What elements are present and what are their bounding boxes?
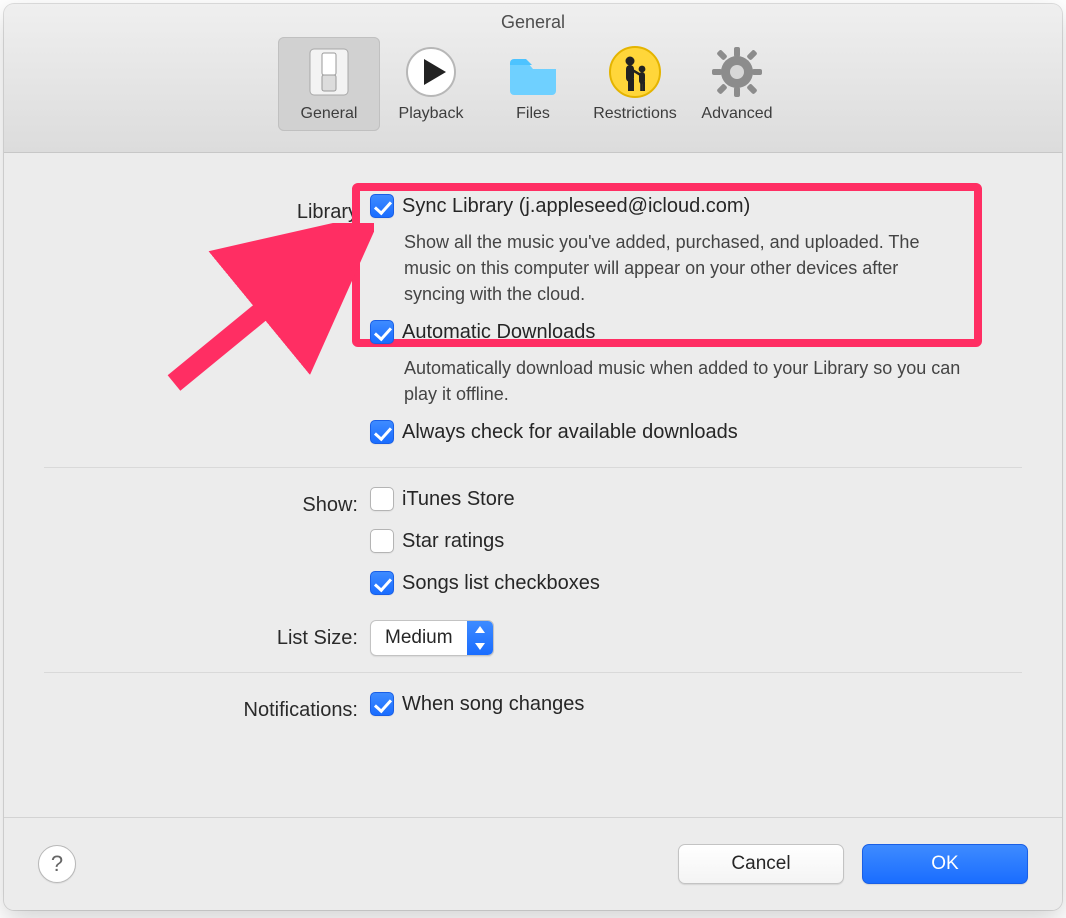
play-icon <box>402 43 460 101</box>
tab-files[interactable]: Files <box>482 37 584 131</box>
tab-restrictions[interactable]: Restrictions <box>584 37 686 131</box>
tab-label: Restrictions <box>593 105 677 123</box>
select-list-size[interactable]: Medium <box>370 620 494 656</box>
sync-library-description: Show all the music you've added, purchas… <box>404 229 964 307</box>
checkbox-label: Songs list checkboxes <box>402 572 600 595</box>
toolbar-tabs: General Playback Files <box>278 37 788 131</box>
checkbox-label: Always check for available downloads <box>402 421 738 444</box>
section-label-library: Library <box>4 201 370 224</box>
divider <box>44 467 1022 468</box>
tab-label: Advanced <box>701 105 772 123</box>
automatic-downloads-description: Automatically download music when added … <box>404 355 964 407</box>
gear-icon <box>708 43 766 101</box>
tab-general[interactable]: General <box>278 37 380 131</box>
checkbox-songs-list-checkboxes[interactable] <box>370 571 394 595</box>
checkbox-automatic-downloads[interactable] <box>370 320 394 344</box>
section-label-notifications: Notifications: <box>4 699 370 722</box>
parental-icon <box>606 43 664 101</box>
toolbar: General General <box>4 4 1062 153</box>
help-button[interactable]: ? <box>38 845 76 883</box>
checkbox-label: Automatic Downloads <box>402 321 595 344</box>
tab-label: General <box>301 105 358 123</box>
section-label-list-size: List Size: <box>4 627 370 650</box>
ok-button[interactable]: OK <box>862 844 1028 884</box>
window-title: General <box>501 4 565 33</box>
select-value: Medium <box>371 621 467 655</box>
checkbox-when-song-changes[interactable] <box>370 692 394 716</box>
checkbox-itunes-store[interactable] <box>370 487 394 511</box>
preferences-window: General General <box>4 4 1062 910</box>
checkbox-star-ratings[interactable] <box>370 529 394 553</box>
tab-label: Files <box>516 105 550 123</box>
tab-label: Playback <box>399 105 464 123</box>
checkbox-label: Sync Library (j.appleseed@icloud.com) <box>402 195 750 218</box>
content-pane: Library Sync Library (j.appleseed@icloud… <box>4 153 1062 817</box>
dialog-footer: ? Cancel OK <box>4 817 1062 910</box>
button-label: OK <box>931 853 958 875</box>
help-icon: ? <box>51 851 63 877</box>
divider <box>44 672 1022 673</box>
checkbox-label: Star ratings <box>402 530 504 553</box>
checkbox-check-downloads[interactable] <box>370 420 394 444</box>
checkbox-sync-library[interactable] <box>370 194 394 218</box>
tab-advanced[interactable]: Advanced <box>686 37 788 131</box>
checkbox-label: When song changes <box>402 693 584 716</box>
stepper-icon <box>467 621 493 655</box>
checkbox-label: iTunes Store <box>402 488 515 511</box>
section-label-show: Show: <box>4 494 370 517</box>
button-label: Cancel <box>731 853 790 875</box>
folder-icon <box>504 43 562 101</box>
switch-icon <box>300 43 358 101</box>
tab-playback[interactable]: Playback <box>380 37 482 131</box>
cancel-button[interactable]: Cancel <box>678 844 844 884</box>
